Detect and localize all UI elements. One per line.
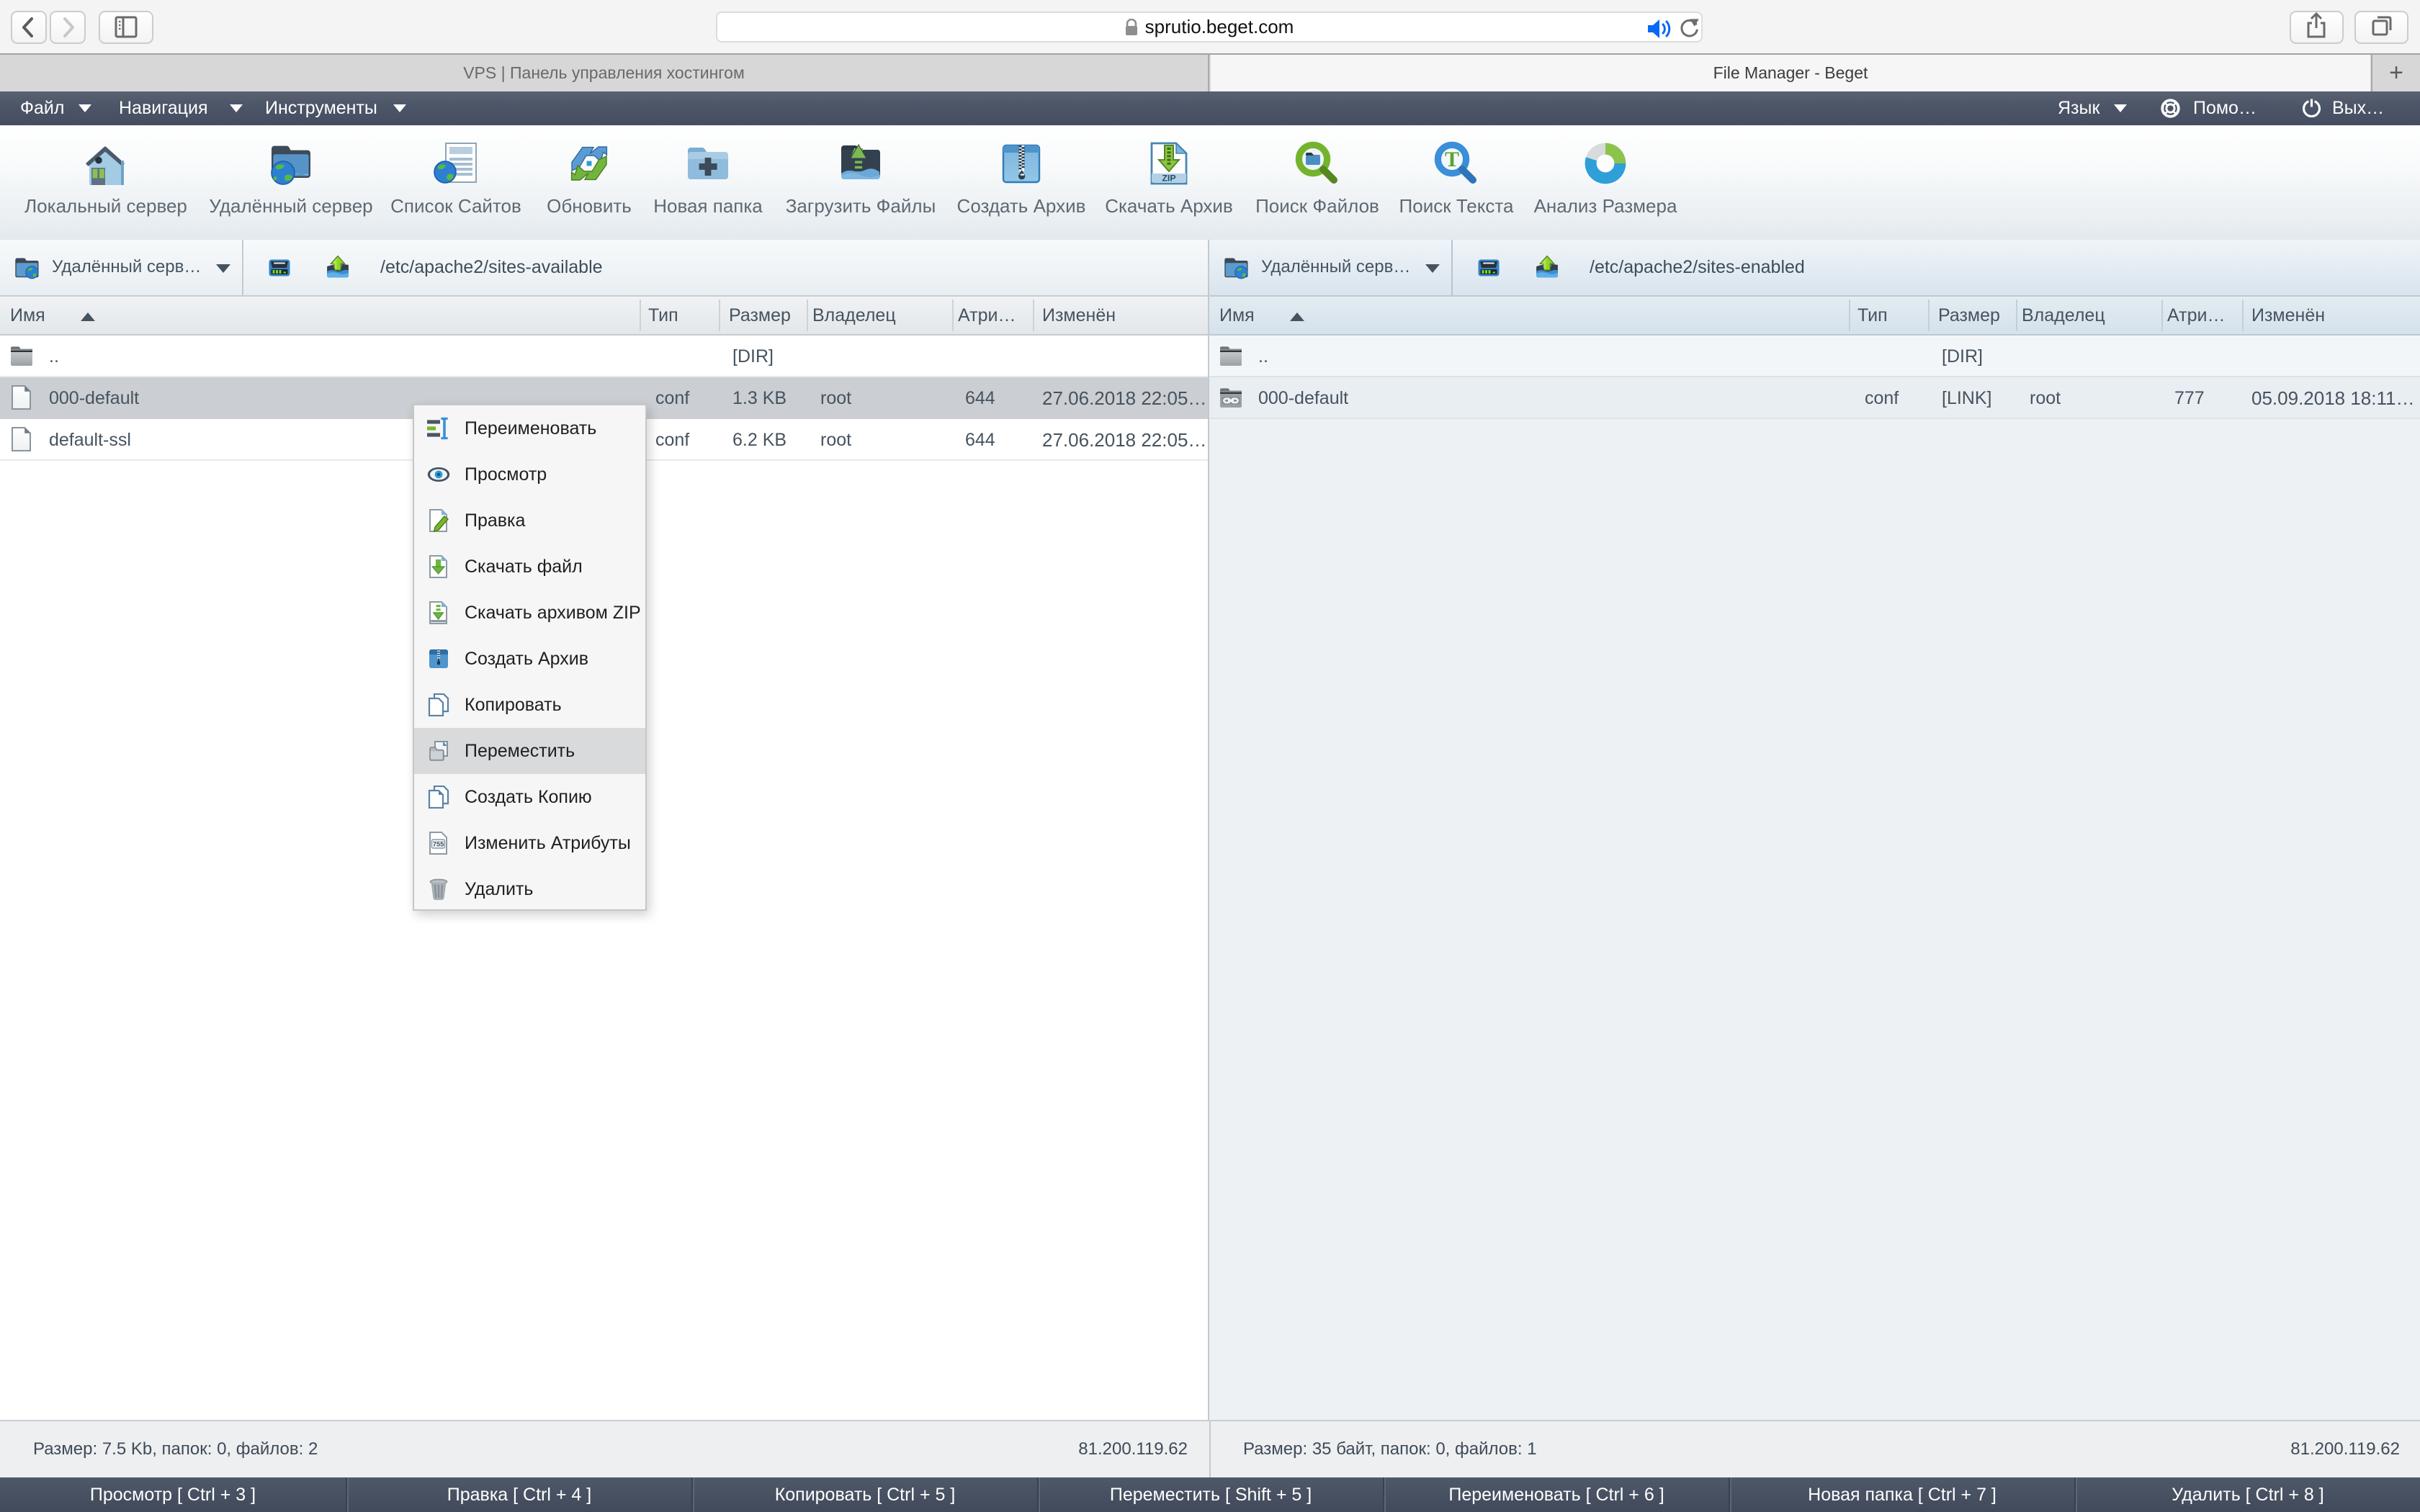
svg-text:T: T [1445, 148, 1459, 171]
svg-text:ZIP: ZIP [1162, 173, 1175, 183]
svg-text:755: 755 [433, 841, 444, 848]
